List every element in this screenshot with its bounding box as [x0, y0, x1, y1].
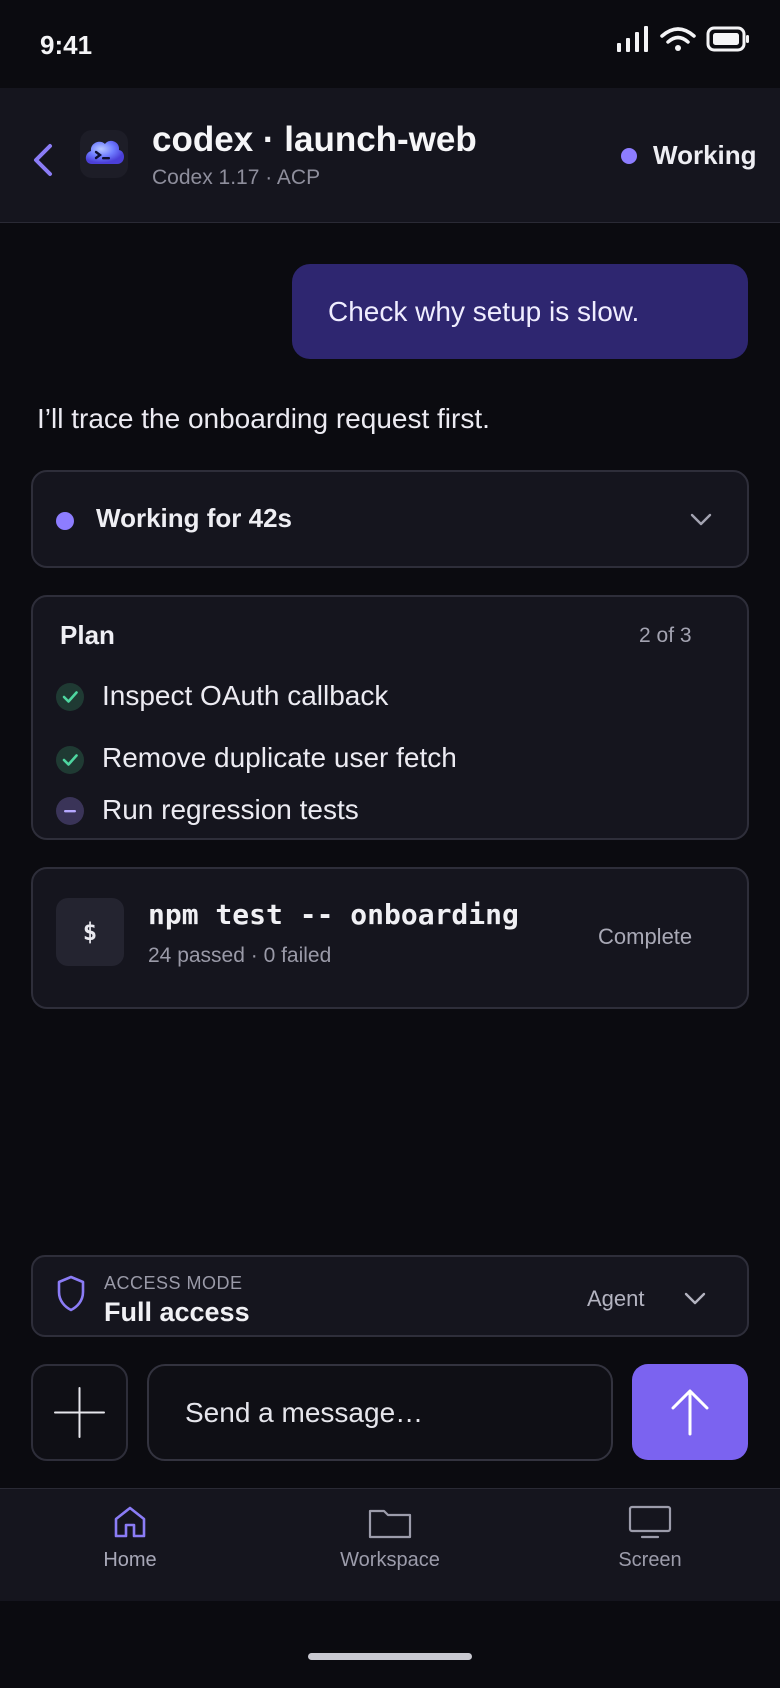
tab-workspace[interactable]: Workspace: [310, 1505, 470, 1572]
working-dot-icon: [56, 512, 74, 530]
home-indicator: [308, 1653, 472, 1660]
plan-item-label: Inspect OAuth callback: [102, 680, 389, 711]
codex-app-icon: [80, 130, 128, 178]
message-input[interactable]: [147, 1364, 613, 1461]
plus-icon: [54, 1387, 105, 1438]
plan-item-label: Run regression tests: [102, 794, 359, 825]
command-text: npm test -- onboarding: [148, 898, 519, 931]
plan-item-label: Remove duplicate user fetch: [102, 742, 457, 773]
status-icons: [616, 26, 750, 52]
status-dot-icon: [621, 148, 637, 164]
command-status: Complete: [598, 924, 693, 949]
shield-icon: [56, 1274, 86, 1314]
battery-icon: [706, 26, 749, 52]
wifi-icon: [660, 27, 696, 51]
terminal-icon: $: [56, 898, 124, 966]
agent-dropdown-button[interactable]: [682, 1285, 708, 1311]
plan-progress: 2 of 3: [639, 624, 692, 647]
folder-icon: [368, 1509, 412, 1539]
assistant-message: I’ll trace the onboarding request first.: [37, 403, 490, 434]
user-message-bubble: Check why setup is slow.: [292, 264, 748, 359]
send-button[interactable]: [632, 1364, 748, 1460]
tab-home[interactable]: Home: [50, 1505, 210, 1572]
access-mode-value: Full access: [104, 1297, 250, 1327]
working-label: Working for 42s: [96, 503, 293, 533]
tab-screen[interactable]: Screen: [570, 1505, 730, 1572]
access-mode-label: ACCESS MODE: [104, 1273, 243, 1293]
plan-title: Plan: [60, 620, 115, 650]
chevron-down-icon: [684, 1292, 706, 1305]
check-icon: [56, 683, 84, 711]
tab-label: Home: [103, 1549, 157, 1571]
tab-label: Workspace: [340, 1549, 440, 1571]
signal-icon: [617, 26, 648, 52]
back-button[interactable]: [28, 140, 58, 180]
home-icon: [114, 1506, 146, 1538]
tab-label: Screen: [618, 1549, 682, 1571]
expand-working-button[interactable]: [688, 506, 714, 532]
status-time: 9:41: [40, 30, 93, 60]
session-title: codex · launch-web: [152, 120, 477, 159]
agent-selector-label[interactable]: Agent: [587, 1286, 645, 1312]
attach-button[interactable]: [31, 1364, 128, 1461]
session-subtitle: Codex 1.17 · ACP: [152, 166, 321, 189]
check-icon: [56, 746, 84, 774]
in-progress-icon: [56, 797, 84, 825]
chevron-down-icon: [690, 513, 712, 526]
command-summary: 24 passed · 0 failed: [148, 944, 332, 967]
chevron-left-icon: [34, 144, 52, 176]
monitor-icon: [628, 1505, 672, 1539]
arrow-up-icon: [671, 1389, 709, 1436]
session-status: Working: [653, 140, 757, 170]
user-message-text: Check why setup is slow.: [328, 295, 640, 327]
